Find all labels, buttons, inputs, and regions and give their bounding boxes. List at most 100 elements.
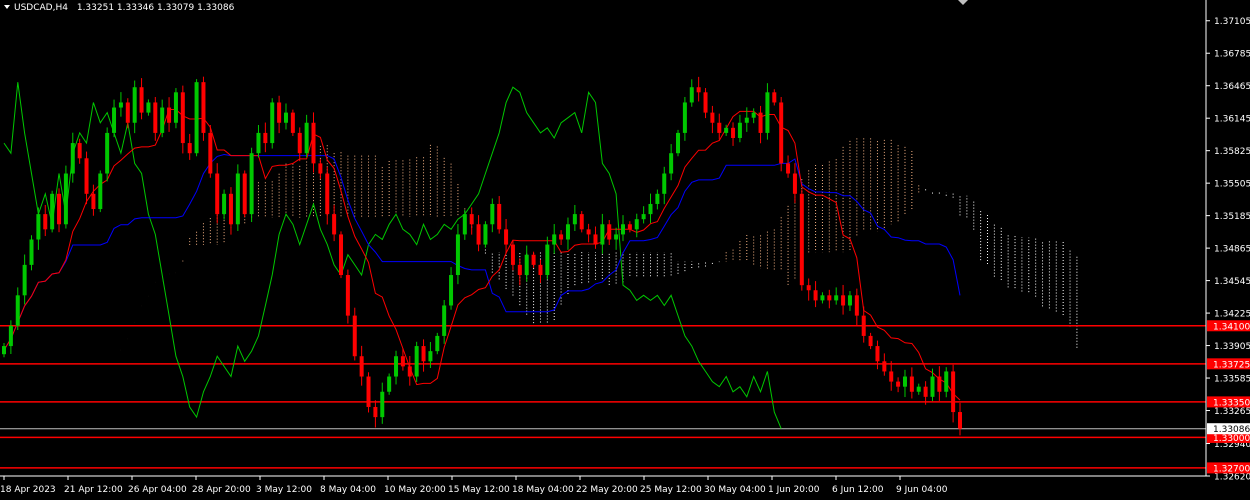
candle[interactable]	[449, 267, 454, 310]
candle[interactable]	[29, 235, 34, 271]
candle[interactable]	[311, 112, 316, 173]
candle[interactable]	[373, 400, 378, 428]
candle[interactable]	[118, 92, 123, 117]
candle[interactable]	[304, 114, 309, 158]
candle[interactable]	[669, 144, 674, 181]
dropdown-triangle-icon[interactable]	[4, 5, 10, 9]
candle[interactable]	[820, 292, 825, 304]
candle[interactable]	[902, 369, 907, 398]
candle[interactable]	[50, 190, 55, 233]
candle[interactable]	[469, 207, 474, 235]
candle[interactable]	[710, 105, 715, 134]
candle[interactable]	[125, 98, 130, 129]
candle[interactable]	[112, 99, 117, 138]
candle[interactable]	[222, 189, 227, 220]
candle[interactable]	[490, 198, 495, 233]
candle[interactable]	[565, 217, 570, 250]
candle[interactable]	[813, 281, 818, 308]
candle[interactable]	[476, 215, 481, 252]
candle[interactable]	[414, 341, 419, 383]
candle[interactable]	[22, 254, 27, 305]
candle[interactable]	[194, 79, 199, 157]
candle[interactable]	[765, 83, 770, 140]
candle[interactable]	[139, 78, 144, 120]
candle[interactable]	[538, 259, 543, 283]
candle[interactable]	[201, 76, 206, 141]
candle[interactable]	[359, 345, 364, 386]
candle[interactable]	[909, 367, 914, 399]
candle[interactable]	[318, 159, 323, 179]
candle[interactable]	[15, 287, 20, 331]
candle[interactable]	[682, 96, 687, 141]
candle[interactable]	[57, 188, 62, 233]
candle[interactable]	[627, 221, 632, 233]
candle[interactable]	[834, 287, 839, 305]
candle[interactable]	[641, 206, 646, 224]
candle[interactable]	[77, 138, 82, 164]
candle[interactable]	[167, 97, 172, 132]
candle[interactable]	[620, 215, 625, 242]
candle[interactable]	[455, 224, 460, 285]
candle[interactable]	[854, 288, 859, 326]
candle[interactable]	[600, 213, 605, 254]
candle[interactable]	[827, 289, 832, 309]
candle[interactable]	[593, 226, 598, 249]
candle[interactable]	[394, 350, 399, 385]
candle[interactable]	[841, 284, 846, 315]
candle[interactable]	[132, 80, 137, 134]
candle[interactable]	[187, 133, 192, 160]
candle[interactable]	[868, 332, 873, 350]
candle[interactable]	[235, 164, 240, 231]
candle[interactable]	[366, 372, 371, 413]
candle[interactable]	[896, 377, 901, 393]
candle[interactable]	[2, 343, 6, 358]
candle[interactable]	[559, 230, 564, 245]
candle[interactable]	[180, 85, 185, 154]
candle[interactable]	[435, 332, 440, 355]
candle[interactable]	[339, 231, 344, 279]
candle[interactable]	[703, 88, 708, 119]
candle[interactable]	[889, 361, 894, 391]
candle[interactable]	[105, 127, 110, 182]
candle[interactable]	[387, 373, 392, 395]
candle[interactable]	[586, 223, 591, 243]
candle[interactable]	[916, 383, 921, 395]
candle[interactable]	[497, 196, 502, 234]
candle[interactable]	[579, 211, 584, 233]
candle[interactable]	[531, 251, 536, 268]
candle[interactable]	[421, 339, 426, 372]
candle[interactable]	[283, 103, 288, 130]
candle[interactable]	[951, 364, 956, 423]
candle[interactable]	[689, 79, 694, 107]
candle[interactable]	[806, 278, 811, 301]
candle[interactable]	[572, 204, 577, 231]
candle[interactable]	[277, 95, 282, 134]
candle[interactable]	[36, 207, 41, 250]
candle[interactable]	[352, 307, 357, 361]
candle[interactable]	[676, 129, 681, 157]
candle[interactable]	[944, 367, 949, 398]
candle[interactable]	[332, 204, 337, 242]
candle[interactable]	[290, 109, 295, 136]
candle[interactable]	[228, 187, 233, 235]
candle[interactable]	[256, 124, 261, 158]
candle[interactable]	[63, 165, 68, 229]
candle[interactable]	[160, 99, 165, 138]
candle[interactable]	[153, 96, 158, 141]
candle[interactable]	[84, 151, 89, 205]
candle[interactable]	[937, 366, 942, 401]
candle[interactable]	[779, 96, 784, 172]
candle[interactable]	[875, 340, 880, 370]
candle[interactable]	[442, 299, 447, 344]
candle[interactable]	[655, 189, 660, 210]
candle[interactable]	[98, 170, 103, 213]
candle[interactable]	[758, 105, 763, 144]
candle[interactable]	[751, 108, 756, 124]
candle[interactable]	[545, 236, 550, 280]
candle[interactable]	[524, 245, 529, 282]
candle[interactable]	[70, 132, 75, 183]
candle[interactable]	[792, 163, 797, 203]
candle[interactable]	[696, 76, 701, 102]
candle[interactable]	[772, 89, 777, 106]
candle[interactable]	[510, 240, 515, 271]
